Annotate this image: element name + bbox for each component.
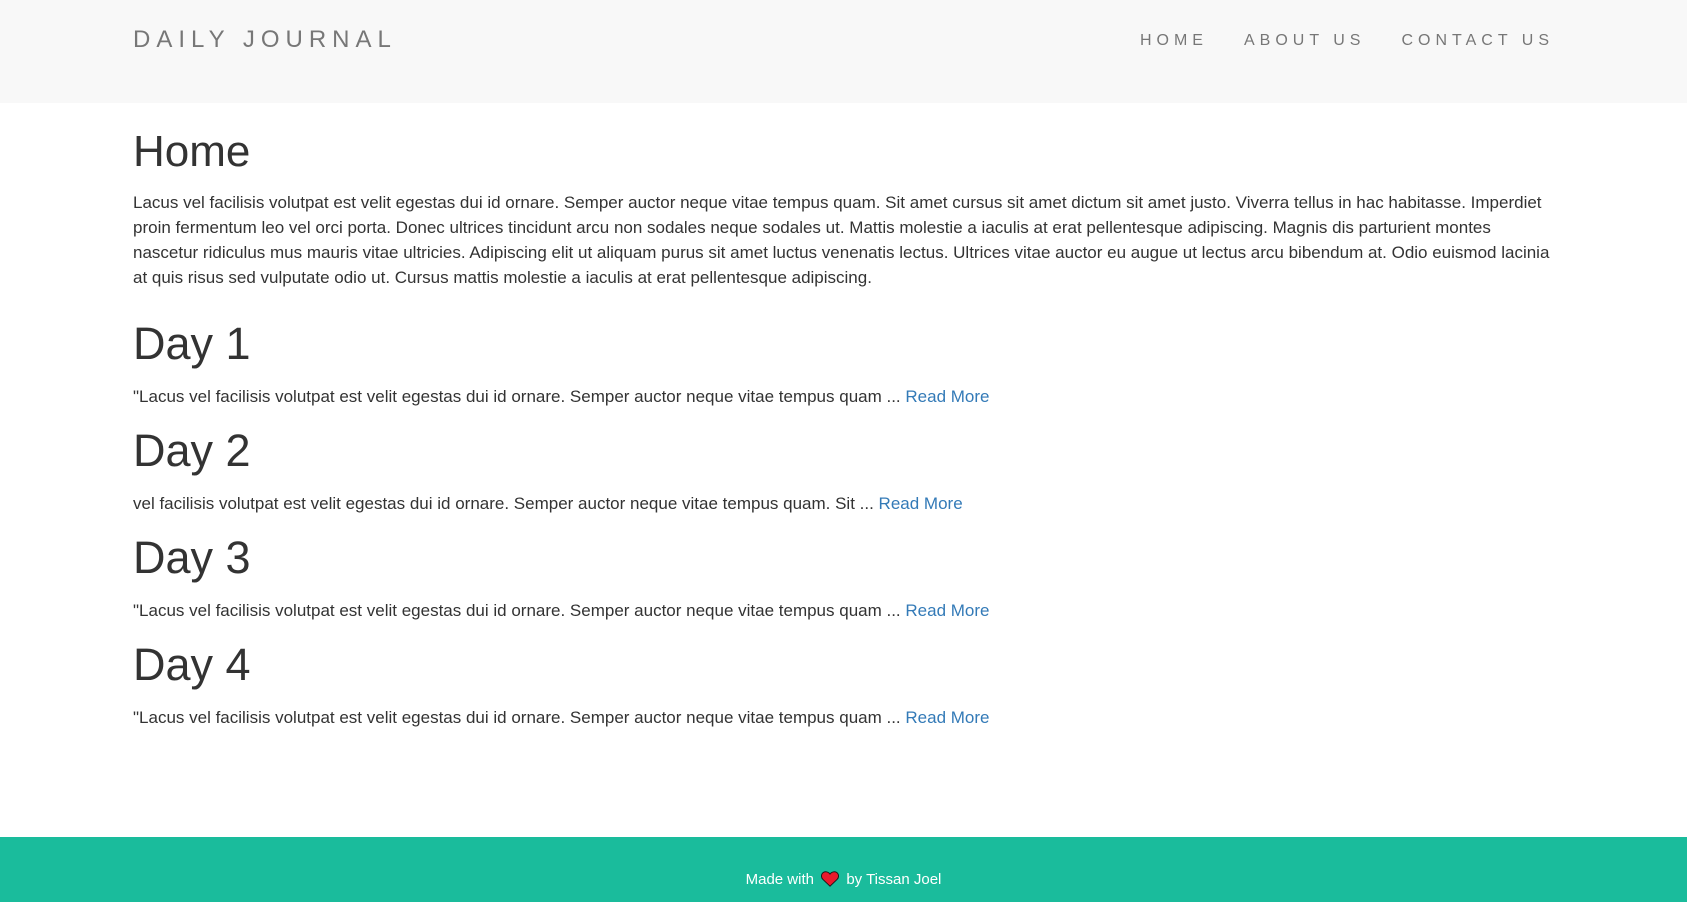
main-content: Home Lacus vel facilisis volutpat est ve… bbox=[133, 126, 1555, 730]
post-excerpt: "Lacus vel facilisis volutpat est velit … bbox=[133, 598, 1555, 623]
post-excerpt-text: vel facilisis volutpat est velit egestas… bbox=[133, 494, 879, 513]
read-more-link[interactable]: Read More bbox=[905, 387, 989, 406]
read-more-link[interactable]: Read More bbox=[905, 708, 989, 727]
nav-contact-us-link[interactable]: CONTACT US bbox=[1401, 31, 1554, 51]
brand-link[interactable]: DAILY JOURNAL bbox=[133, 26, 397, 54]
post-title: Day 3 bbox=[133, 532, 251, 583]
intro-paragraph: Lacus vel facilisis volutpat est velit e… bbox=[133, 193, 1550, 287]
nav-home-link[interactable]: HOME bbox=[1140, 31, 1208, 51]
post-excerpt-text: "Lacus vel facilisis volutpat est velit … bbox=[133, 387, 906, 406]
post-item: Day 1 "Lacus vel facilisis volutpat est … bbox=[133, 318, 1555, 409]
post-excerpt: "Lacus vel facilisis volutpat est velit … bbox=[133, 705, 1555, 730]
footer-made-with-text: Made with bbox=[745, 871, 814, 888]
post-item: Day 4 "Lacus vel facilisis volutpat est … bbox=[133, 639, 1555, 730]
footer: Made with by Tissan Joel bbox=[0, 837, 1687, 902]
footer-author-text: by Tissan Joel bbox=[846, 871, 942, 888]
top-navbar: DAILY JOURNAL HOME ABOUT US CONTACT US bbox=[0, 0, 1687, 103]
post-excerpt: "Lacus vel facilisis volutpat est velit … bbox=[133, 384, 1555, 409]
post-excerpt: vel facilisis volutpat est velit egestas… bbox=[133, 491, 1555, 516]
read-more-link[interactable]: Read More bbox=[905, 601, 989, 620]
read-more-link[interactable]: Read More bbox=[879, 494, 963, 513]
heart-icon bbox=[821, 871, 840, 887]
post-title: Day 2 bbox=[133, 425, 251, 476]
post-excerpt-text: "Lacus vel facilisis volutpat est velit … bbox=[133, 708, 906, 727]
post-item: Day 2 vel facilisis volutpat est velit e… bbox=[133, 425, 1555, 516]
post-title: Day 4 bbox=[133, 639, 251, 690]
post-item: Day 3 "Lacus vel facilisis volutpat est … bbox=[133, 532, 1555, 623]
post-title: Day 1 bbox=[133, 318, 251, 369]
nav-links: HOME ABOUT US CONTACT US bbox=[1140, 31, 1554, 51]
nav-about-us-link[interactable]: ABOUT US bbox=[1244, 31, 1366, 51]
post-excerpt-text: "Lacus vel facilisis volutpat est velit … bbox=[133, 601, 906, 620]
page-title: Home bbox=[133, 127, 251, 176]
